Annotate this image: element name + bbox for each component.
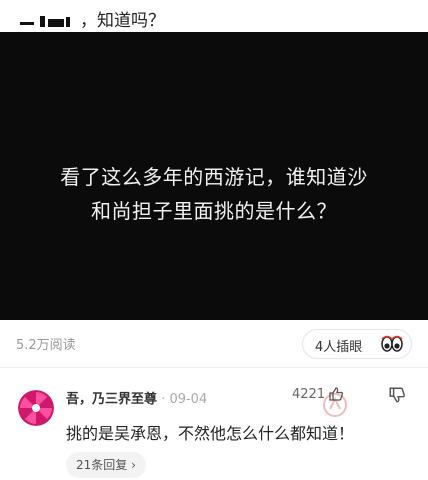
video-caption-line-1: 看了这么多年的西游记，谁知道沙 [60,165,368,189]
view-count: 5.2万阅读 [16,338,76,353]
video-caption-line-2: 和尚担子里面挑的是什么？ [91,199,337,223]
eyes-icon [381,335,403,352]
comment-text: 挑的是吴承恩，不然他怎么什么都知道！ [66,424,355,443]
separator-dot: · [161,392,166,407]
comment-header: 吾，乃三界至尊 · 09-04 [66,388,207,407]
avatar[interactable] [18,390,54,426]
comment-item: 吾，乃三界至尊 · 09-04 4221 挑的是吴承恩，不然他怎么什么都知道！ … [0,368,428,480]
video-player[interactable]: 看了这么多年的西游记，谁知道沙 和尚担子里面挑的是什么？ [0,32,428,320]
like-count: 4221 [292,386,326,402]
like-button[interactable]: 4221 [292,386,344,402]
redacted-title-text [16,14,74,28]
thumbs-up-icon [329,387,344,401]
view-replies-button[interactable]: 21条回复 › [66,452,146,478]
reaction-label: 4人插眼 [315,340,363,355]
bookmark-reaction-button[interactable]: 4人插眼 [302,329,412,359]
thumbs-down-icon[interactable] [388,386,406,404]
comment-date: 09-04 [169,392,208,407]
post-title-text: ，知道吗？ [80,11,165,31]
post-title: ，知道吗？ [0,0,428,32]
stats-row: 5.2万阅读 4人插眼 [0,320,428,368]
comment-username[interactable]: 吾，乃三界至尊 [66,392,157,407]
avatar-image [18,390,54,426]
